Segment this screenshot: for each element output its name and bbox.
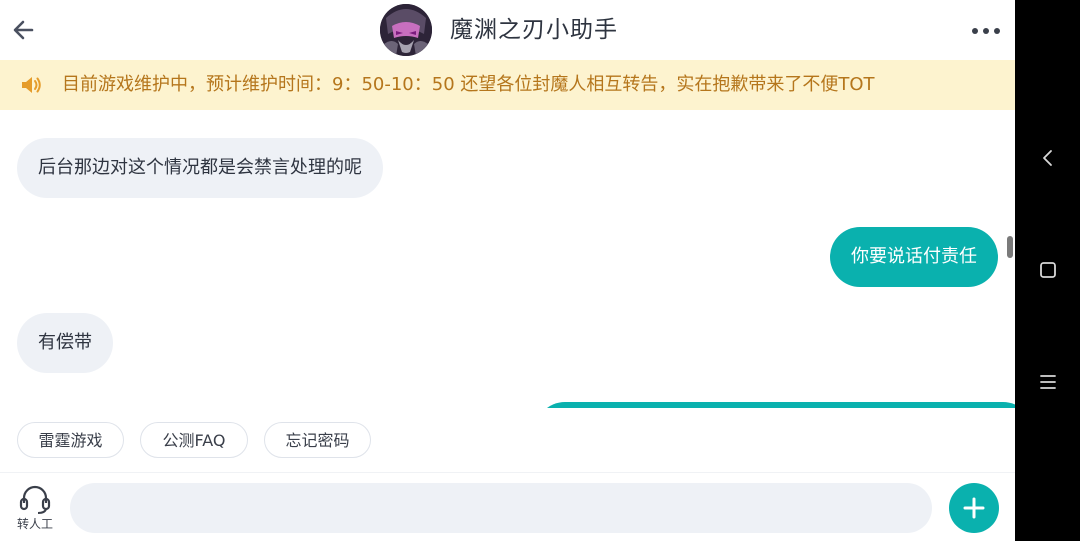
message-input[interactable] <box>70 483 932 533</box>
add-button[interactable] <box>949 483 999 533</box>
app-header: 魔渊之刃小助手 <box>0 0 1015 60</box>
scrollbar-thumb[interactable] <box>1007 236 1013 258</box>
headset-icon <box>19 485 51 514</box>
message-incoming: 后台那边对这个情况都是会禁言处理的呢 <box>17 138 383 198</box>
nav-menu-button[interactable] <box>1035 369 1061 395</box>
avatar <box>380 4 432 56</box>
chat-app: 魔渊之刃小助手 目前游戏维护中，预计维护时间：9：50-10：50 还望各位封魔… <box>0 0 1015 541</box>
chat-messages[interactable]: 后台那边对这个情况都是会禁言处理的呢 你要说话付责任 有偿带 <box>0 110 1015 408</box>
more-horizontal-icon <box>972 28 978 34</box>
menu-icon <box>1040 375 1056 389</box>
quick-reply-chip[interactable]: 忘记密码 <box>264 422 371 458</box>
square-icon <box>1040 262 1056 278</box>
speaker-icon <box>22 77 41 93</box>
system-nav-bar <box>1015 0 1080 541</box>
nav-back-button[interactable] <box>1035 145 1061 171</box>
quick-reply-chip[interactable]: 雷霆游戏 <box>17 422 124 458</box>
transfer-agent-label: 转人工 <box>16 517 53 531</box>
chevron-left-icon <box>1043 150 1052 166</box>
message-incoming: 有偿带 <box>17 313 113 373</box>
page-title: 魔渊之刃小助手 <box>450 17 618 43</box>
nav-home-button[interactable] <box>1035 257 1061 283</box>
back-button[interactable] <box>10 16 38 44</box>
input-bar: 转人工 <box>0 472 1015 541</box>
transfer-agent-button[interactable]: 转人工 <box>12 483 58 535</box>
plus-icon <box>963 497 985 519</box>
message-outgoing: 你要说话付责任 <box>830 227 998 287</box>
quick-replies: 雷霆游戏 公测FAQ 忘记密码 <box>0 408 1015 472</box>
quick-reply-chip[interactable]: 公测FAQ <box>140 422 248 458</box>
arrow-left-icon <box>13 20 34 40</box>
notice-banner: 目前游戏维护中，预计维护时间：9：50-10：50 还望各位封魔人相互转告，实在… <box>0 60 1015 110</box>
notice-text: 目前游戏维护中，预计维护时间：9：50-10：50 还望各位封魔人相互转告，实在… <box>62 74 875 95</box>
more-button[interactable] <box>968 20 1004 40</box>
